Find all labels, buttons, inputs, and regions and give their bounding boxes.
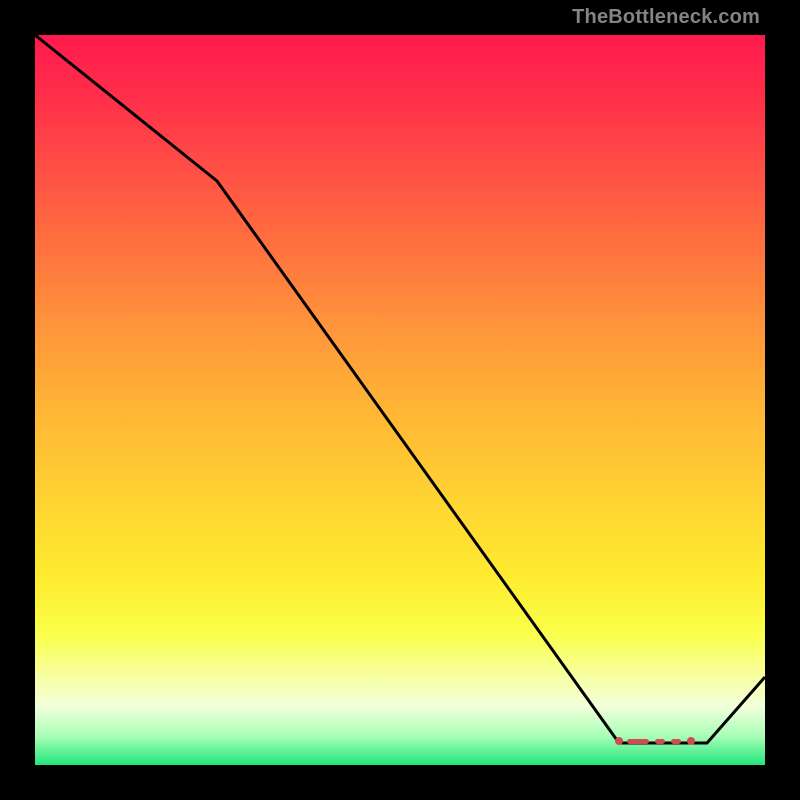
watermark-text: TheBottleneck.com (572, 6, 760, 29)
marker-dash (671, 739, 681, 744)
marker-dot-icon (687, 737, 695, 745)
plot-area (35, 35, 765, 765)
line-chart-svg (35, 35, 765, 765)
valley-marker (35, 738, 765, 744)
marker-dot-icon (615, 737, 623, 745)
curve-path (35, 35, 765, 743)
chart-frame: TheBottleneck.com (0, 0, 800, 800)
marker-dash (627, 739, 649, 744)
marker-dash (655, 739, 665, 744)
